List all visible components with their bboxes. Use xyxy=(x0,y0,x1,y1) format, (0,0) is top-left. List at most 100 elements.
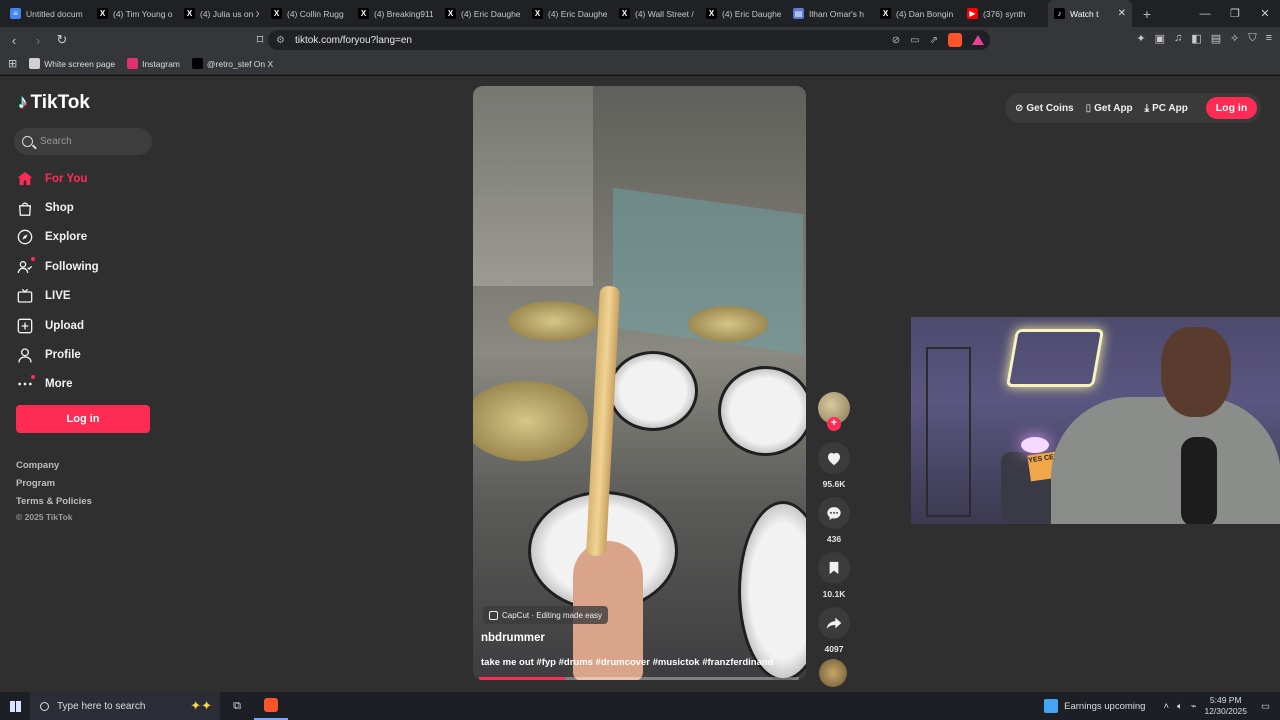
tom-drum-right xyxy=(718,366,806,456)
tiktok-logo[interactable]: ♪ TikTok xyxy=(18,92,90,114)
reload-button[interactable]: ↻ xyxy=(52,30,72,50)
sidebar-item-more[interactable]: More xyxy=(16,370,156,399)
close-tab-icon[interactable]: ✕ xyxy=(1118,8,1126,19)
task-view-button[interactable]: ⧉ xyxy=(220,692,254,720)
bookmark-icon xyxy=(829,561,839,575)
bookmark-item[interactable]: @retro_stef On X xyxy=(191,58,273,69)
tray-overflow-icon[interactable]: ˄ xyxy=(1163,701,1169,712)
tab-title: (4) Collin Rugg xyxy=(287,8,344,19)
save-button[interactable] xyxy=(818,552,850,584)
sidebar-toggle-icon[interactable]: ◧ xyxy=(1191,32,1201,45)
comment-count: 436 xyxy=(826,534,842,544)
bookmark-item[interactable]: White screen page xyxy=(29,58,115,69)
forward-button[interactable]: › xyxy=(28,30,48,50)
brave-rewards-icon[interactable] xyxy=(972,35,984,45)
share-button[interactable] xyxy=(818,607,850,639)
search-input[interactable] xyxy=(40,136,140,147)
shop-icon xyxy=(16,200,33,217)
streamer-head xyxy=(1161,327,1231,417)
extensions-icon[interactable]: ✦ xyxy=(1136,32,1145,45)
browser-tab[interactable]: X (4) Julia us on X xyxy=(178,0,265,27)
new-tab-button[interactable]: + xyxy=(1136,3,1158,25)
taskbar-clock[interactable]: 5:49 PM 12/30/2025 xyxy=(1204,695,1247,717)
video-author[interactable]: nbdrummer xyxy=(481,632,545,644)
get-coins-button[interactable]: ⊘ Get Coins xyxy=(1015,103,1074,114)
tab-title: Ilhan Omar's h xyxy=(809,8,865,19)
get-app-label: Get App xyxy=(1094,102,1133,114)
sidebar-item-explore[interactable]: Explore xyxy=(16,223,156,252)
browser-tab[interactable]: X (4) Wall Street / xyxy=(613,0,700,27)
screenshot-icon[interactable]: ▣ xyxy=(1155,32,1165,45)
back-button[interactable]: ‹ xyxy=(4,30,24,50)
address-bar[interactable]: ⚙ tiktok.com/foryou?lang=en ⊘ ▭ ⇗ xyxy=(268,30,990,50)
brave-shields-icon[interactable] xyxy=(948,33,962,47)
music-disc-icon[interactable] xyxy=(819,659,847,687)
notifications-icon[interactable]: ▭ xyxy=(1261,701,1270,712)
site-settings-icon[interactable]: ⚙ xyxy=(276,35,285,46)
follow-plus-icon[interactable]: + xyxy=(827,417,841,431)
heart-icon xyxy=(828,452,840,465)
system-tray: Earnings upcoming ˄ 🔈︎ ⌁ 5:49 PM 12/30/2… xyxy=(1044,692,1280,720)
browser-tab[interactable]: X (4) Eric Daughe xyxy=(439,0,526,27)
browser-tab[interactable]: ≡ Untitled docum xyxy=(4,0,91,27)
search-bar[interactable] xyxy=(14,128,152,155)
sidebar-item-for-you[interactable]: For You xyxy=(16,164,156,193)
sidebar-item-following[interactable]: Following xyxy=(16,252,156,281)
sidebar-item-live[interactable]: LIVE xyxy=(16,282,156,311)
news-widget[interactable]: Earnings upcoming xyxy=(1044,699,1145,713)
clock-date: 12/30/2025 xyxy=(1204,706,1248,716)
tiktok-icon: ♪ xyxy=(1054,8,1065,19)
browser-tab[interactable]: X (4) Dan Bongin xyxy=(874,0,961,27)
reader-off-icon[interactable]: ⊘ xyxy=(892,35,900,46)
browser-tab[interactable]: X (4) Tim Young o xyxy=(91,0,178,27)
sidebar-item-profile[interactable]: Profile xyxy=(16,340,156,369)
maximize-button[interactable]: ❐ xyxy=(1220,0,1250,27)
footer-company-link[interactable]: Company xyxy=(16,460,92,478)
video-player[interactable]: CapCut · Editing made easy nbdrummer tak… xyxy=(473,86,806,680)
cymbal-top xyxy=(508,301,598,341)
close-window-button[interactable]: ✕ xyxy=(1250,0,1280,27)
comment-button[interactable] xyxy=(818,497,850,529)
cast-icon[interactable]: ▭ xyxy=(910,35,919,46)
minimize-button[interactable]: — xyxy=(1190,0,1220,27)
media-icon[interactable]: ♫ xyxy=(1174,32,1182,45)
bookmark-item[interactable]: Instagram xyxy=(127,58,180,69)
browser-tab[interactable]: X (4) Breaking911 xyxy=(352,0,439,27)
video-background-cabinet xyxy=(473,86,593,286)
browser-tab[interactable]: X (4) Eric Daughe xyxy=(700,0,787,27)
footer-copyright: © 2025 TikTok xyxy=(16,512,73,522)
like-button[interactable] xyxy=(818,442,850,474)
bookmark-page-icon[interactable]: ⌑ xyxy=(250,30,270,50)
browser-tab[interactable]: X (4) Eric Daughe xyxy=(526,0,613,27)
apps-grid-icon[interactable]: ⊞ xyxy=(8,57,17,70)
upload-icon xyxy=(16,317,33,334)
menu-icon[interactable]: ≡ xyxy=(1266,32,1272,45)
creator-avatar[interactable]: + xyxy=(818,392,850,431)
tab-list: ≡ Untitled docum X (4) Tim Young o X (4) Juli… xyxy=(4,0,1132,27)
sidebar-item-upload[interactable]: Upload xyxy=(16,311,156,340)
taskbar-brave-app[interactable] xyxy=(254,692,288,720)
wallet-icon[interactable]: ▤ xyxy=(1211,32,1221,45)
start-button[interactable] xyxy=(0,692,30,720)
browser-tab[interactable]: ▤ Ilhan Omar's h xyxy=(787,0,874,27)
footer-program-link[interactable]: Program xyxy=(16,478,92,496)
capcut-badge[interactable]: CapCut · Editing made easy xyxy=(483,606,609,624)
top-login-button[interactable]: Log in xyxy=(1206,97,1257,119)
bookmarks-bar: ⊞ White screen page Instagram @retro_stef … xyxy=(0,53,1280,75)
share-icon[interactable]: ⇗ xyxy=(930,35,938,46)
pc-app-button[interactable]: ⤓ PC App xyxy=(1145,103,1188,114)
get-app-button[interactable]: ▯ Get App xyxy=(1086,103,1133,114)
sidebar-item-shop[interactable]: Shop xyxy=(16,193,156,222)
browser-tab[interactable]: X (4) Collin Rugg xyxy=(265,0,352,27)
vpn-icon[interactable]: ⛉ xyxy=(1248,32,1256,45)
browser-tab[interactable]: ♪ Watch t ✕ xyxy=(1048,0,1132,27)
sidebar-login-button[interactable]: Log in xyxy=(16,405,150,433)
video-progress-bar[interactable] xyxy=(479,677,799,680)
browser-tab[interactable]: ▶ (376) synth xyxy=(961,0,1048,27)
network-icon[interactable]: ⌁ xyxy=(1191,701,1197,712)
capcut-label: CapCut · Editing made easy xyxy=(502,610,603,620)
pc-app-label: PC App xyxy=(1152,102,1188,114)
taskbar-search[interactable]: Type here to search ✦✦ xyxy=(30,692,220,720)
volume-icon[interactable]: 🔈︎ xyxy=(1177,701,1183,712)
leo-ai-icon[interactable]: ✧ xyxy=(1230,32,1239,45)
